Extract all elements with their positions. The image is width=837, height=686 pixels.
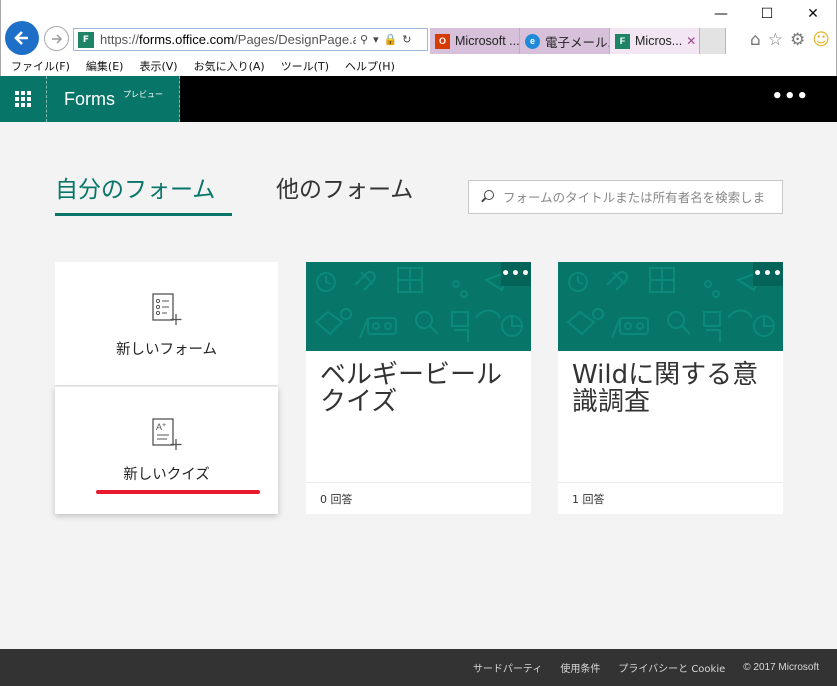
form-card[interactable]: ••• Wildに関する意識調査 1 回答 — [558, 262, 783, 514]
search-icon[interactable]: ⚲ — [360, 33, 368, 46]
svg-text:+: + — [162, 422, 166, 429]
tab-forms[interactable]: F Micros... ✕ — [610, 28, 700, 54]
brand-name: Forms — [64, 88, 115, 109]
refresh-icon[interactable]: ↻ — [402, 33, 411, 46]
new-quiz-label: 新しいクイズ — [123, 467, 210, 483]
footer-link-terms[interactable]: 使用条件 — [560, 660, 600, 675]
minimize-button[interactable]: — — [698, 0, 744, 28]
card-more-button[interactable]: ••• — [501, 262, 531, 286]
new-tab-button[interactable] — [700, 28, 726, 54]
menu-file[interactable]: ファイル(F) — [11, 58, 70, 74]
dropdown-icon[interactable]: ▾ — [373, 33, 379, 46]
menu-view[interactable]: 表示(V) — [139, 58, 177, 74]
address-url[interactable]: https://forms.office.com/Pages/DesignPag… — [100, 32, 356, 47]
new-form-icon — [151, 293, 181, 325]
app-launcher-button[interactable] — [0, 76, 47, 122]
copyright: © 2017 Microsoft — [743, 662, 819, 673]
brand[interactable]: Forms プレビュー — [47, 76, 180, 122]
preview-tag: プレビュー — [123, 89, 163, 99]
new-form-button[interactable]: 新しいフォーム — [55, 262, 278, 386]
search-box[interactable] — [468, 180, 783, 214]
menu-edit[interactable]: 編集(E) — [86, 58, 124, 74]
arrow-left-icon — [14, 31, 28, 45]
forms-icon: F — [615, 33, 630, 49]
card-title: ベルギービール クイズ — [320, 360, 503, 417]
star-icon[interactable]: ☆ — [768, 30, 783, 50]
response-count: 1 回答 — [572, 493, 605, 506]
arrow-right-icon — [51, 33, 62, 44]
new-quiz-button[interactable]: A + 新しいクイズ — [55, 387, 278, 514]
search-icon — [481, 190, 495, 204]
lock-icon[interactable]: 🔒 — [384, 33, 398, 46]
browser-chrome: — ☐ ✕ F https://forms.office.com/Pages/D… — [0, 0, 837, 76]
card-title: Wildに関する意識調査 — [572, 360, 759, 417]
card-more-button[interactable]: ••• — [753, 262, 783, 286]
footer-link-third-party[interactable]: サードパーティ — [473, 660, 542, 675]
card-divider — [558, 482, 783, 483]
window-controls: — ☐ ✕ — [698, 0, 836, 28]
tab-my-forms[interactable]: 自分のフォーム — [55, 170, 215, 204]
new-quiz-icon: A + — [151, 418, 181, 450]
address-bar[interactable]: F https://forms.office.com/Pages/DesignP… — [73, 28, 428, 51]
response-count: 0 回答 — [320, 493, 353, 506]
smiley-icon[interactable]: ☺ — [812, 30, 830, 50]
banner-pattern-icon — [566, 267, 775, 342]
app-header: Forms プレビュー ••• — [0, 76, 837, 122]
back-button[interactable] — [5, 21, 39, 55]
new-form-label: 新しいフォーム — [115, 342, 218, 358]
tab-other-forms[interactable]: 他のフォーム — [276, 170, 413, 204]
close-window-button[interactable]: ✕ — [790, 0, 836, 28]
more-options-button[interactable]: ••• — [771, 86, 809, 107]
banner-pattern-icon — [314, 267, 523, 342]
browser-tabs: O Microsoft ... e 電子メール... F Micros... ✕ — [430, 28, 726, 54]
office-icon: O — [435, 33, 450, 49]
maximize-button[interactable]: ☐ — [744, 0, 790, 28]
forms-favicon-icon: F — [78, 31, 94, 48]
footer-link-privacy[interactable]: プライバシーと Cookie — [618, 660, 725, 675]
card-banner: ••• — [306, 262, 531, 351]
search-input[interactable] — [502, 189, 782, 205]
form-card[interactable]: ••• ベルギービール クイズ 0 回答 — [306, 262, 531, 514]
menu-help[interactable]: ヘルプ(H) — [345, 58, 395, 74]
home-icon[interactable]: ⌂ — [750, 30, 761, 50]
forward-button[interactable] — [44, 26, 69, 51]
card-banner: ••• — [558, 262, 783, 351]
footer: サードパーティ 使用条件 プライバシーと Cookie © 2017 Micro… — [0, 649, 837, 686]
menu-tools[interactable]: ツール(T) — [281, 58, 329, 74]
active-tab-indicator — [55, 213, 232, 216]
tab-office[interactable]: O Microsoft ... — [430, 28, 520, 54]
highlight-underline — [96, 490, 260, 494]
close-tab-icon[interactable]: ✕ — [686, 34, 696, 48]
gear-icon[interactable]: ⚙ — [790, 30, 805, 50]
menu-favorites[interactable]: お気に入り(A) — [194, 58, 265, 74]
waffle-icon — [15, 91, 31, 107]
browser-toolbar: ⌂ ☆ ⚙ ☺ — [750, 30, 830, 50]
ie-icon: e — [525, 33, 540, 49]
card-divider — [306, 482, 531, 483]
menu-bar: ファイル(F) 編集(E) 表示(V) お気に入り(A) ツール(T) ヘルプ(… — [1, 55, 836, 76]
tab-mail[interactable]: e 電子メール... — [520, 28, 610, 54]
